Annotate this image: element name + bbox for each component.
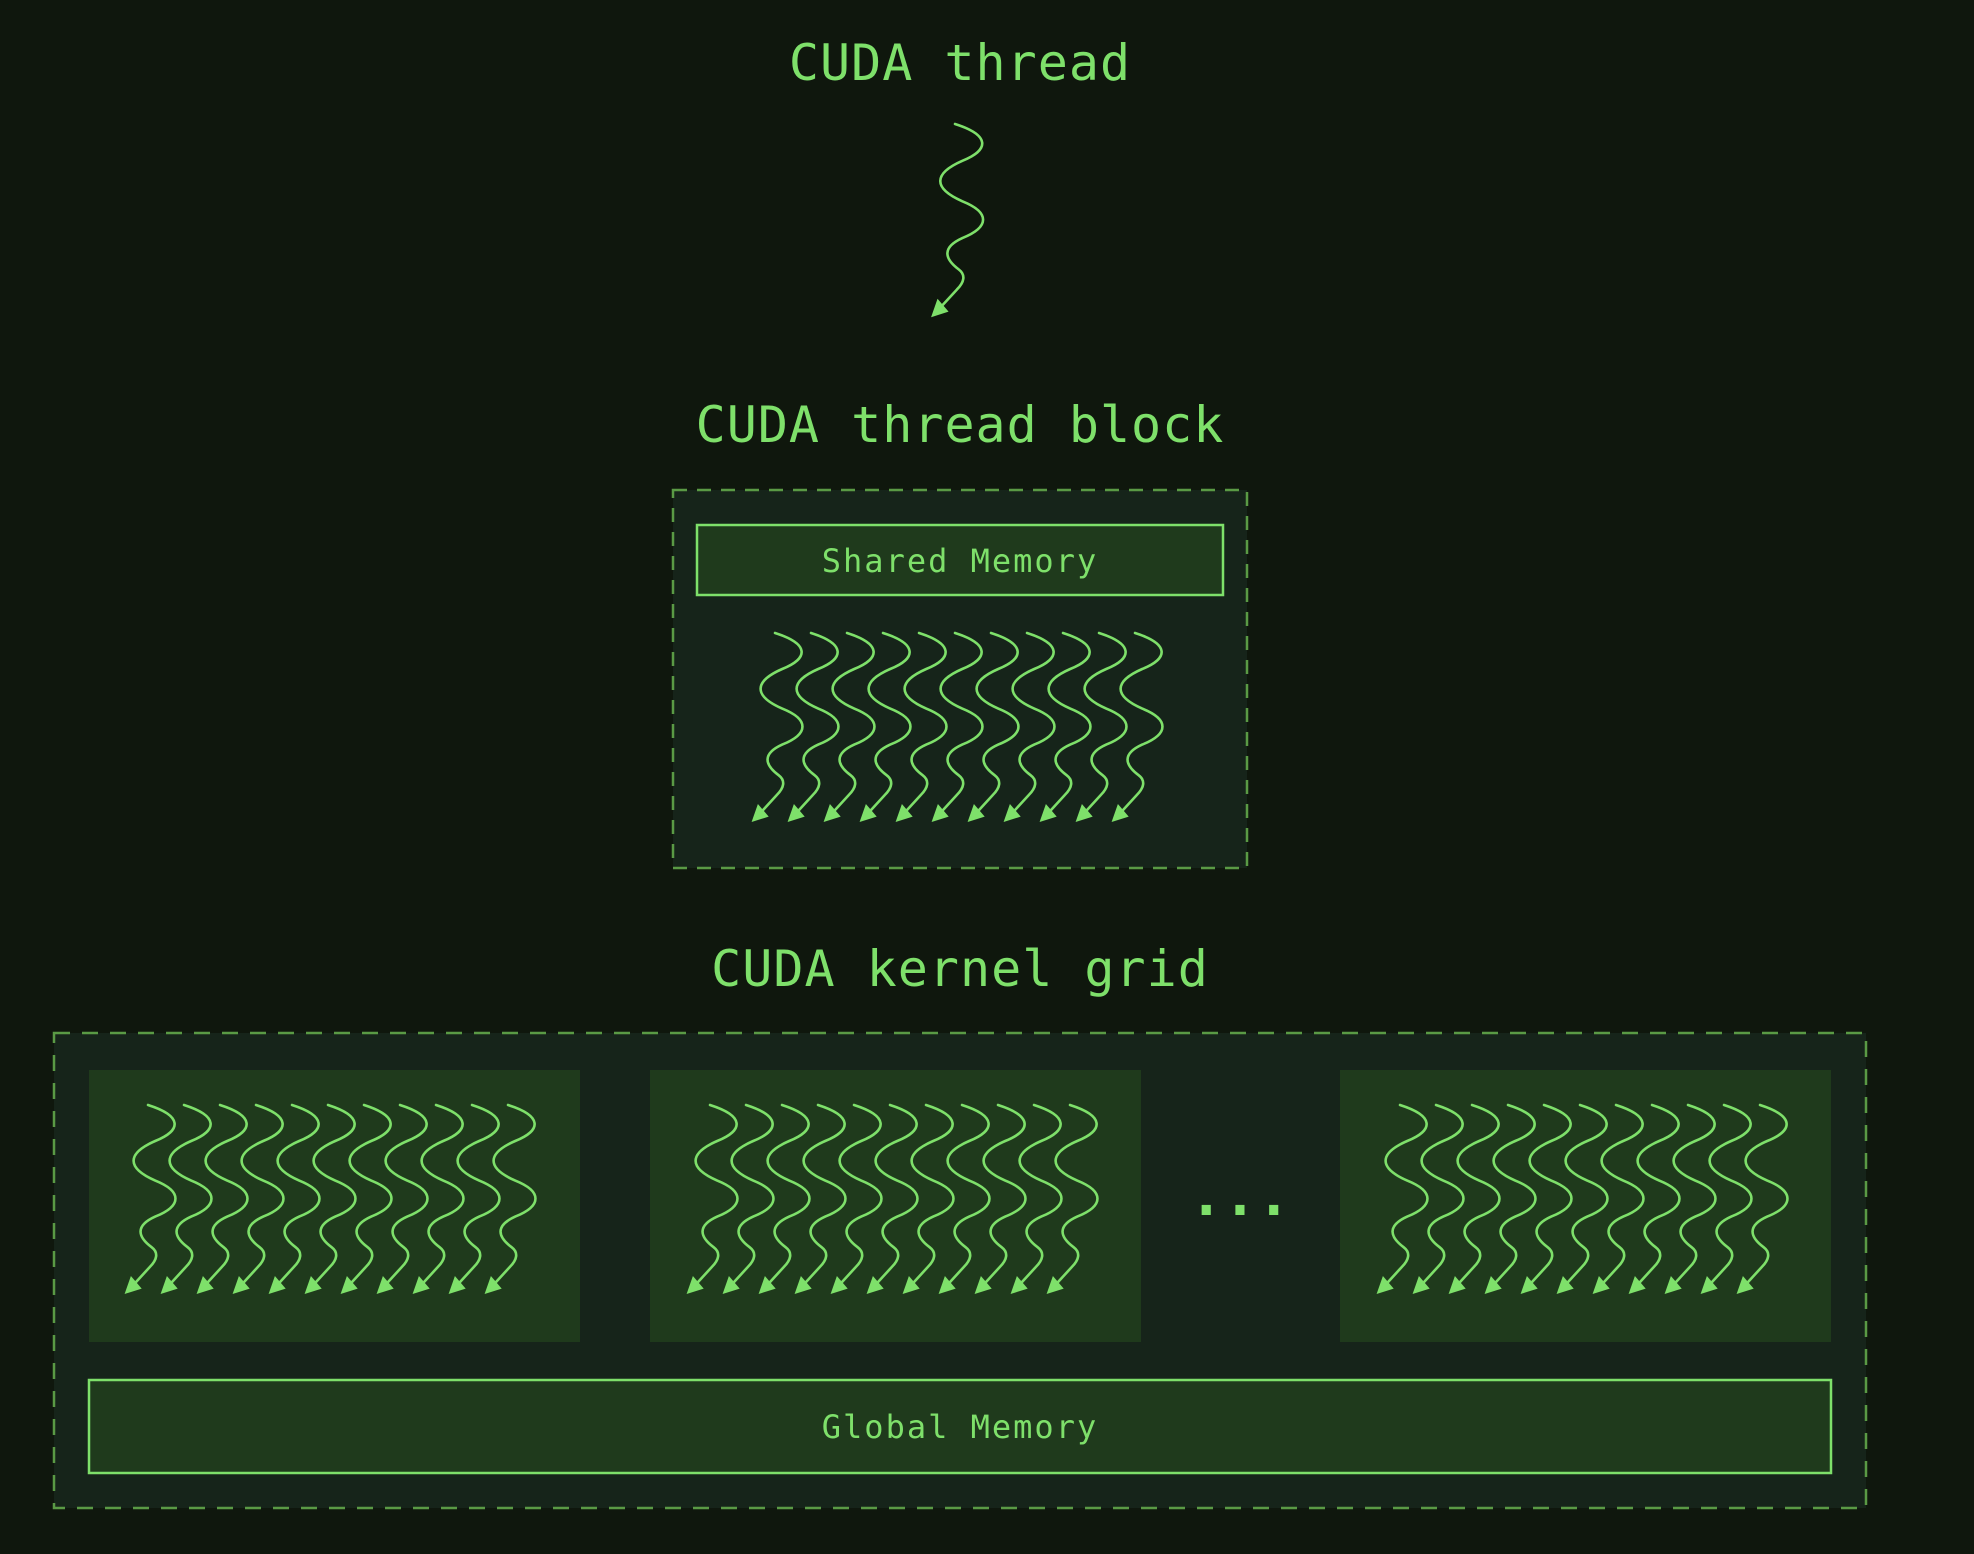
single-thread-group bbox=[931, 122, 985, 318]
ellipsis-label: ... bbox=[1189, 1164, 1290, 1229]
cuda-hierarchy-diagram: Shared Memory ... Global Memory bbox=[52, 122, 1868, 1510]
thread-arrow bbox=[931, 122, 985, 318]
global-memory-label: Global Memory bbox=[822, 1408, 1098, 1446]
shared-memory-label: Shared Memory bbox=[822, 542, 1098, 580]
